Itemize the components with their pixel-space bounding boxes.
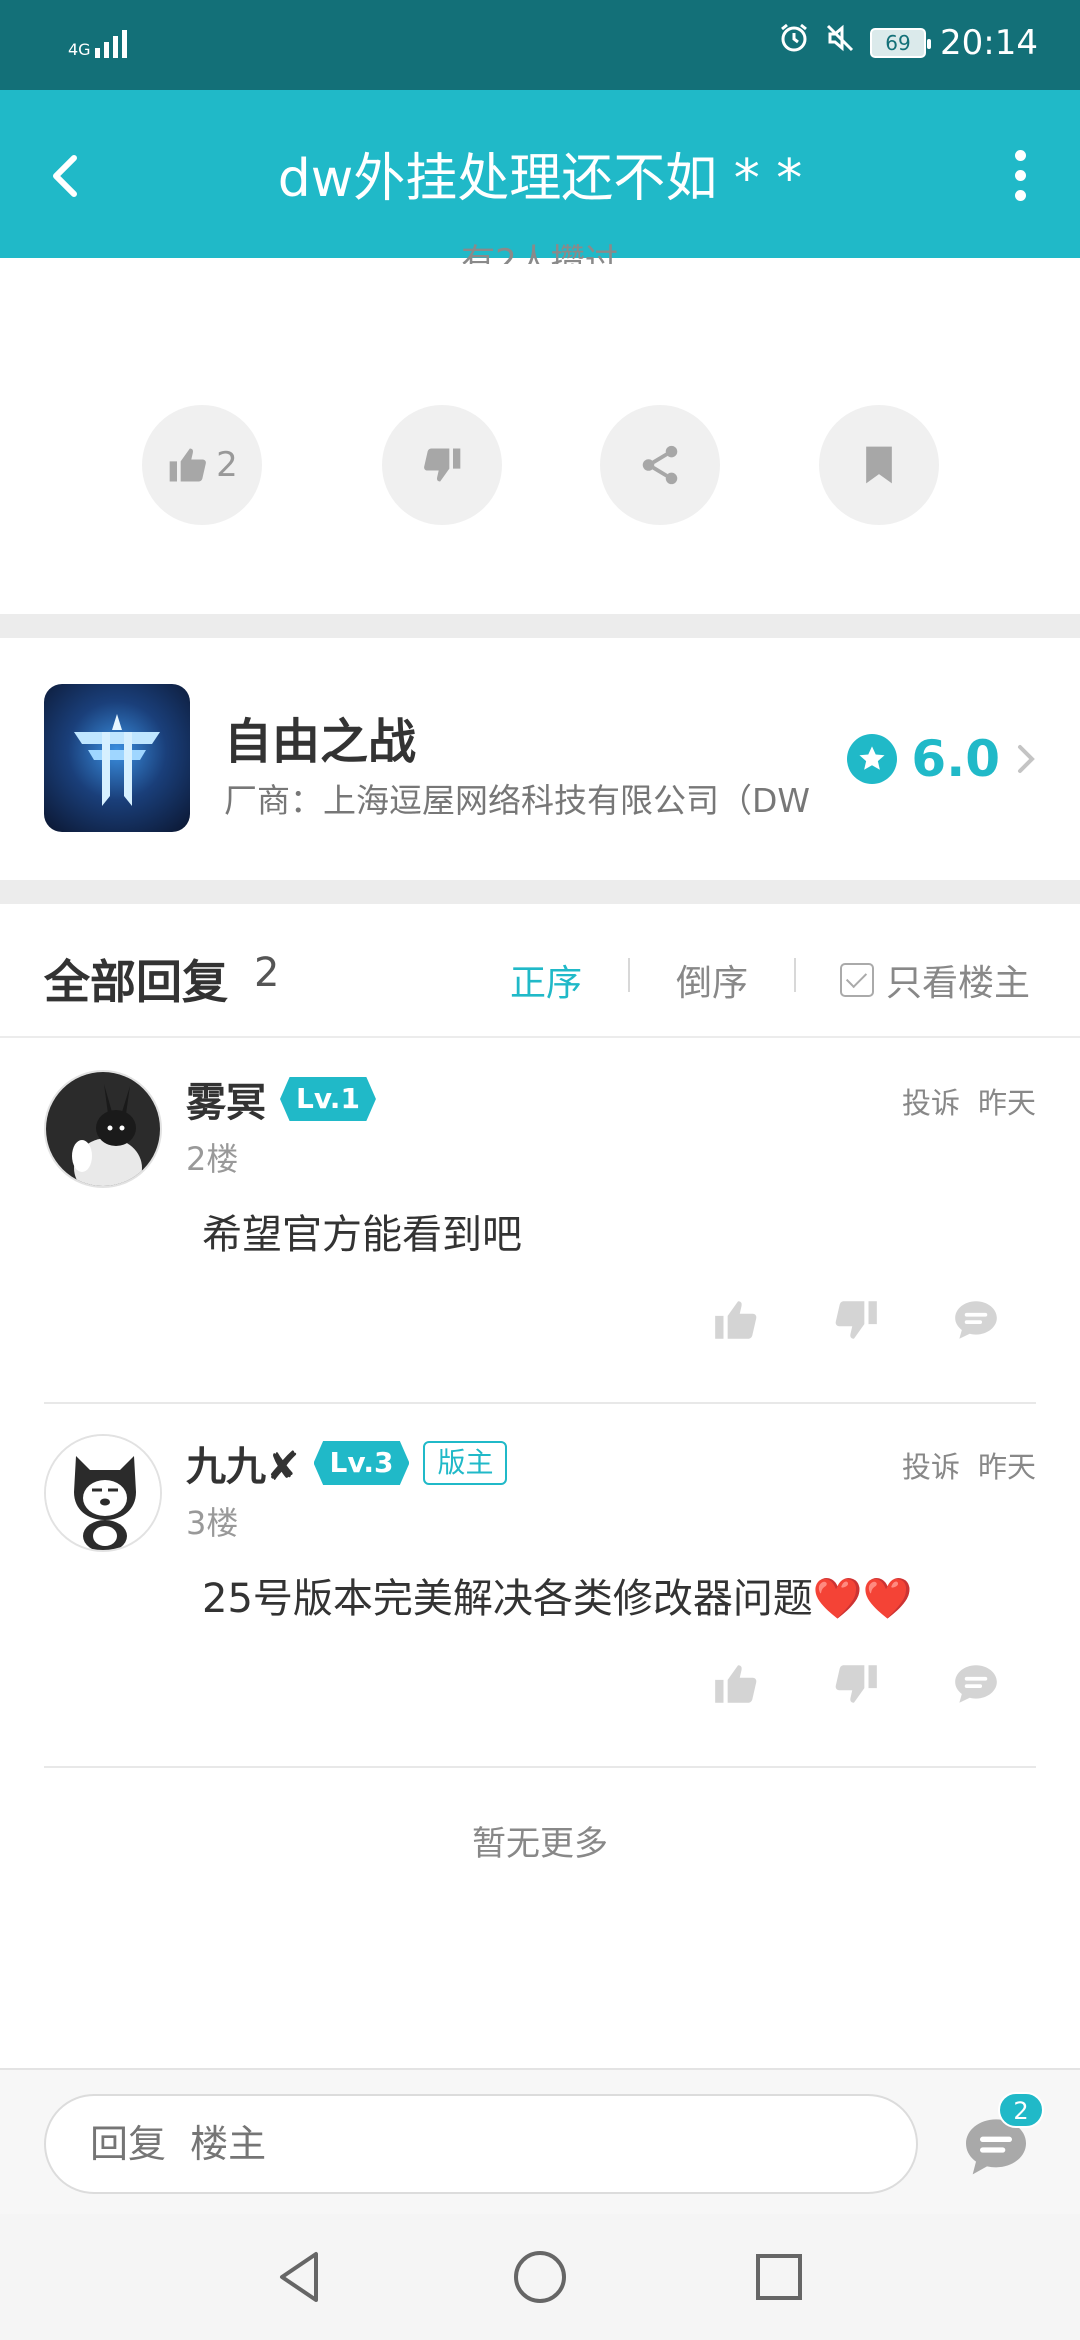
comment-meta: 投诉 昨天: [902, 1080, 1036, 1122]
separator: [628, 958, 630, 992]
more-dot: [1014, 169, 1026, 181]
back-button[interactable]: [40, 140, 100, 210]
comment-like-button[interactable]: [706, 1290, 766, 1350]
rating-score: 6.0: [911, 730, 1000, 788]
separator: [794, 958, 796, 992]
status-bar: 4G 69 20:14: [0, 0, 1080, 90]
page-title: dw外挂处理还不如 * *: [277, 149, 803, 209]
comment-actions: [0, 1290, 1080, 1350]
replies-count: 2: [254, 950, 280, 996]
comment-bubble-icon: [955, 1665, 997, 1703]
star-icon: [847, 734, 898, 784]
user-info: 九九✘ Lv.3 版主: [186, 1434, 508, 1492]
comment-like-button[interactable]: [706, 1654, 766, 1714]
username[interactable]: 雾冥: [186, 1070, 266, 1128]
comment-bubble-icon: [955, 1301, 997, 1339]
thumbs-down-icon: [835, 1665, 877, 1703]
alarm-icon: [778, 22, 810, 63]
checkbox-icon: [840, 963, 874, 997]
report-link[interactable]: 投诉: [902, 1080, 960, 1122]
signal-bars-icon: [94, 24, 127, 58]
only-op-toggle[interactable]: 只看楼主: [840, 954, 1030, 1006]
report-link[interactable]: 投诉: [902, 1444, 960, 1486]
mute-icon: [824, 22, 856, 63]
moderator-badge: 版主: [423, 1441, 508, 1485]
floor-number: 3楼: [186, 1504, 239, 1542]
comment-divider: [44, 1766, 1036, 1768]
thumbs-down-icon: [424, 448, 461, 482]
comment-time: 昨天: [977, 1086, 1036, 1120]
floor-number: 2楼: [186, 1140, 239, 1178]
game-card[interactable]: 自由之战 厂商：上海逗屋网络科技有限公司（DW 6.0: [0, 638, 1080, 880]
avatar[interactable]: [44, 1434, 162, 1552]
triangle-back-icon: [280, 2252, 318, 2302]
post-actions: 2: [0, 405, 1080, 525]
level-badge: Lv.1: [280, 1077, 376, 1121]
circle-home-icon: [514, 2251, 566, 2303]
game-name: 自由之战: [224, 714, 417, 770]
comment-count-badge: 2: [998, 2092, 1044, 2128]
sort-ascending-tab[interactable]: 正序: [510, 954, 582, 1006]
likers-summary: 有2人攒过: [461, 242, 619, 264]
share-icon: [642, 445, 678, 485]
username[interactable]: 九九✘: [186, 1434, 300, 1492]
comment-actions: [0, 1654, 1080, 1714]
thumbs-up-icon: [715, 1665, 757, 1703]
comment-time: 昨天: [977, 1450, 1036, 1484]
comment-meta: 投诉 昨天: [902, 1444, 1036, 1486]
signal-indicator: 4G: [68, 24, 127, 58]
network-type: 4G: [68, 40, 91, 59]
replies-title: 全部回复: [44, 955, 228, 1009]
no-more-text: 暂无更多: [472, 1824, 608, 1864]
avatar[interactable]: [44, 1070, 162, 1188]
comment-content: 25号版本完美解决各类修改器问题❤️❤️: [202, 1576, 913, 1622]
bookmark-icon: [866, 446, 892, 484]
status-right: 69 20:14: [778, 22, 1038, 63]
game-rating[interactable]: 6.0: [847, 730, 1038, 788]
nav-home-button[interactable]: [507, 2244, 573, 2310]
comment-item: 九九✘ Lv.3 版主 3楼 投诉 昨天 25号版本完美解决各类修改器问题❤️❤…: [0, 1404, 1080, 1768]
back-arrow-icon: [53, 155, 77, 197]
comment-reply-button[interactable]: [946, 1290, 1006, 1350]
sort-descending-tab[interactable]: 倒序: [676, 954, 748, 1006]
comment-reply-button[interactable]: [946, 1654, 1006, 1714]
battery-icon: 69: [870, 27, 932, 58]
chevron-right-icon: [1018, 745, 1035, 773]
only-op-label: 只看楼主: [886, 963, 1031, 1004]
system-nav-bar: [0, 2214, 1080, 2340]
like-button[interactable]: 2: [142, 405, 262, 525]
share-button[interactable]: [600, 405, 720, 525]
thumbs-up-icon: [169, 448, 207, 482]
user-info: 雾冥 Lv.1: [186, 1070, 376, 1128]
game-vendor: 厂商：上海逗屋网络科技有限公司（DW: [224, 781, 811, 820]
section-divider: [0, 880, 1080, 904]
clock: 20:14: [940, 22, 1038, 63]
section-divider: [0, 614, 1080, 638]
level-badge: Lv.3: [313, 1441, 410, 1485]
replies-header: 全部回复 2 正序 倒序 只看楼主: [0, 904, 1080, 1038]
comment-dislike-button[interactable]: [826, 1654, 886, 1714]
nav-recents-button[interactable]: [746, 2244, 812, 2310]
thumbs-down-icon: [835, 1301, 877, 1339]
app-header: dw外挂处理还不如 * *: [0, 90, 1080, 258]
like-count: 2: [216, 445, 238, 485]
comment-content: 希望官方能看到吧: [202, 1212, 522, 1258]
comment-dislike-button[interactable]: [826, 1290, 886, 1350]
comment-item: 雾冥 Lv.1 2楼 投诉 昨天 希望官方能看到吧: [0, 1040, 1080, 1404]
reply-bar: 2: [0, 2068, 1080, 2214]
dislike-button[interactable]: [382, 405, 502, 525]
bookmark-button[interactable]: [819, 405, 939, 525]
more-options-button[interactable]: [1000, 140, 1040, 210]
reply-input[interactable]: [44, 2094, 918, 2194]
thumbs-up-icon: [715, 1301, 757, 1339]
nav-back-button[interactable]: [268, 2244, 334, 2310]
more-dot: [1014, 149, 1026, 161]
more-dot: [1014, 189, 1026, 201]
square-recents-icon: [756, 2254, 802, 2300]
game-logo-icon: [44, 684, 190, 832]
